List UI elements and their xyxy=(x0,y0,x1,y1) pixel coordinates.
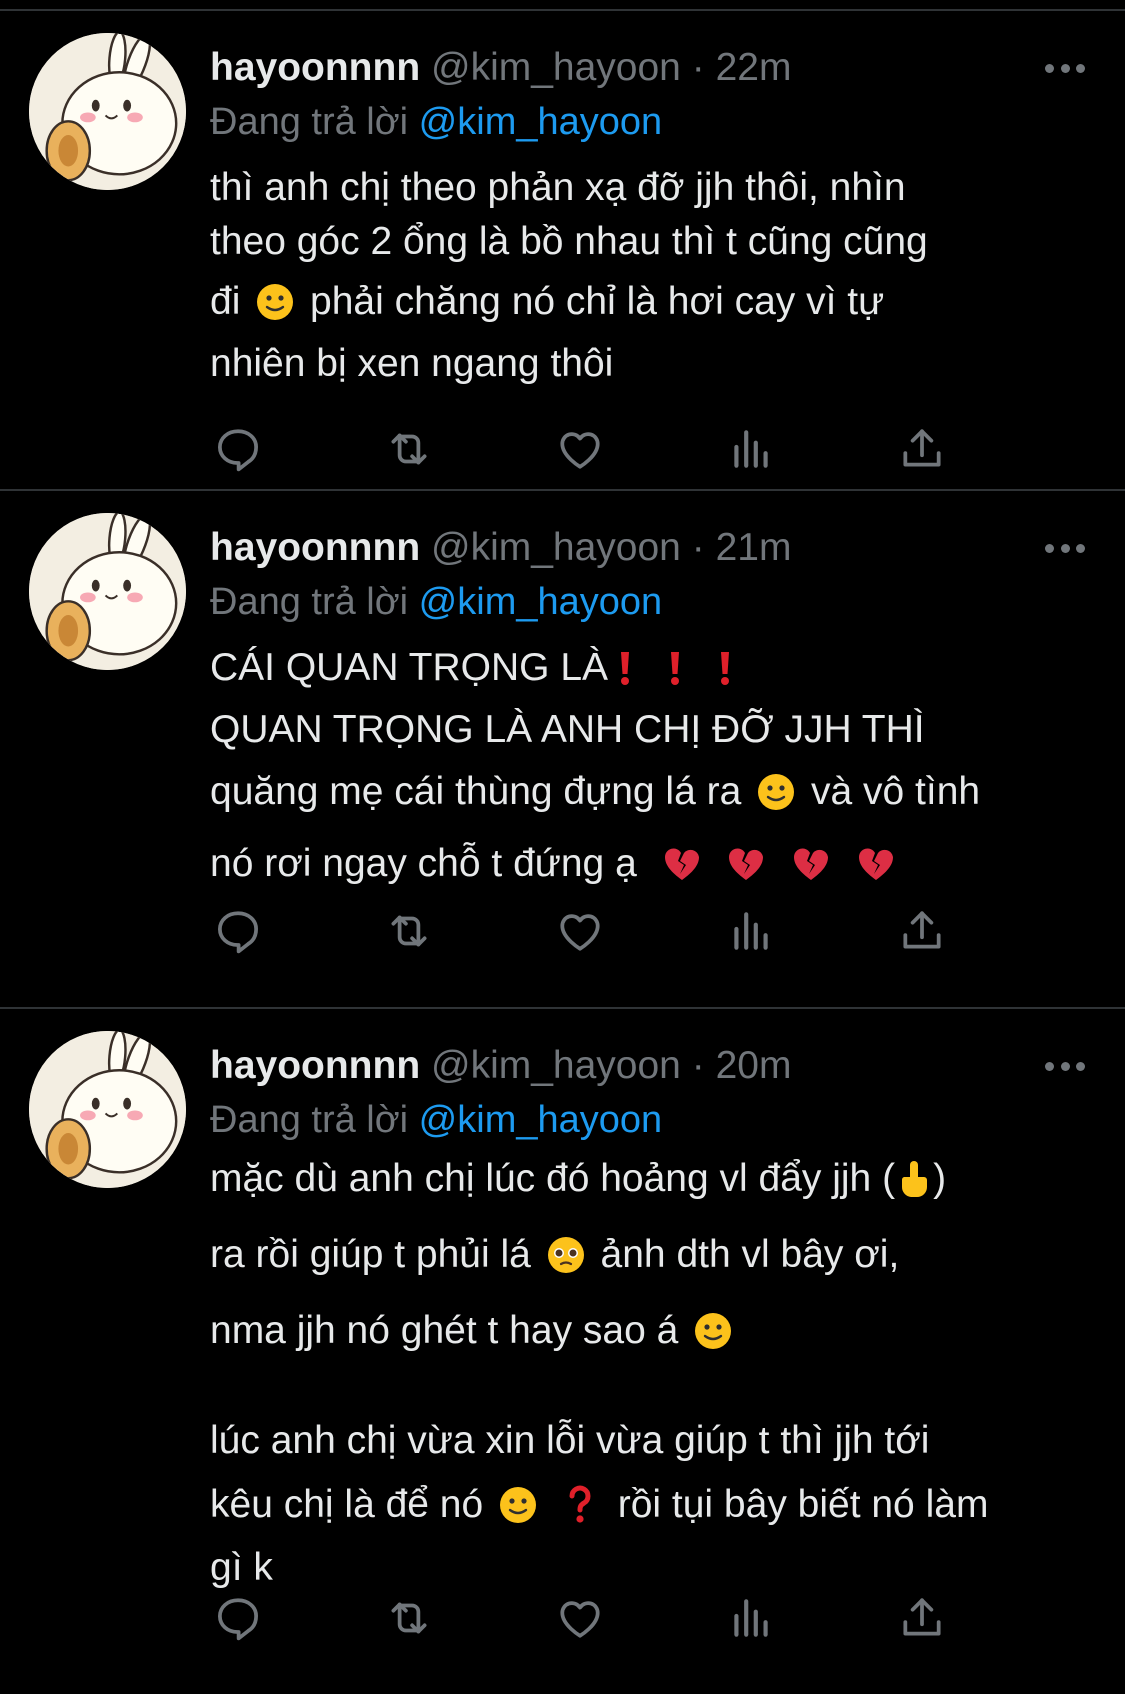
tweet-text: mặc dù anh chị lúc đó hoảng vl đẩy jjh (… xyxy=(210,1145,1085,1593)
views-icon[interactable] xyxy=(723,903,779,959)
tweet-text: thì anh chị theo phản xạ đỡ jjh thôi, nh… xyxy=(210,161,1085,391)
text-fragment: nó rơi ngay chỗ t đứng ạ xyxy=(210,842,637,885)
user-handle[interactable]: @kim_hayoon xyxy=(431,1044,681,1087)
exclamation-mark-icon xyxy=(612,648,638,703)
text-line: quăng mẹ cái thùng đựng lá ra và vô tình xyxy=(210,765,1085,827)
text-line: nó rơi ngay chỗ t đứng ạ xyxy=(210,837,1085,899)
more-options-icon[interactable] xyxy=(1045,45,1085,91)
text-line: thì anh chị theo phản xạ đỡ jjh thôi, nh… xyxy=(210,166,906,209)
text-line: gì k xyxy=(210,1546,273,1589)
text-line: nma jjh nó ghét t hay sao á xyxy=(210,1297,1085,1373)
share-icon[interactable] xyxy=(894,1590,950,1646)
display-name[interactable]: hayoonnnn xyxy=(210,46,420,89)
slightly-smiling-face-icon xyxy=(693,1305,733,1373)
text-fragment: nma jjh nó ghét t hay sao á xyxy=(210,1309,679,1352)
reply-icon[interactable] xyxy=(210,1590,266,1646)
like-icon[interactable] xyxy=(552,903,608,959)
timestamp[interactable]: 21m xyxy=(716,526,792,569)
replying-to-label: Đang trả lời xyxy=(210,101,409,143)
like-icon[interactable] xyxy=(552,421,608,477)
slightly-smiling-face-icon xyxy=(498,1483,538,1543)
top-divider xyxy=(0,0,1125,11)
text-fragment: kêu chị là để nó xyxy=(210,1483,484,1526)
text-fragment: CÁI QUAN TRỌNG LÀ xyxy=(210,646,609,689)
tweet-actions xyxy=(210,903,950,959)
slightly-smiling-face-icon xyxy=(255,282,295,337)
avatar[interactable] xyxy=(29,513,186,670)
text-line: đi phải chăng nó chỉ là hơi cay vì tự xyxy=(210,275,1085,337)
tweet-header: hayoonnnn @kim_hayoon · 21m xyxy=(210,525,1085,571)
replying-to-handle[interactable]: @kim_hayoon xyxy=(419,581,662,623)
separator-dot: · xyxy=(691,46,705,89)
share-icon[interactable] xyxy=(894,903,950,959)
text-fragment: ra rồi giúp t phủi lá xyxy=(210,1233,531,1276)
user-handle[interactable]: @kim_hayoon xyxy=(431,526,681,569)
replying-to-label: Đang trả lời xyxy=(210,1099,409,1141)
views-icon[interactable] xyxy=(723,421,779,477)
text-fragment: và vô tình xyxy=(811,770,981,813)
text-line: kêu chị là để nó rồi tụi bây biết nó làm xyxy=(210,1475,1085,1543)
separator-dot: · xyxy=(691,1044,705,1087)
broken-heart-icon xyxy=(791,844,831,899)
replying-to-handle[interactable]: @kim_hayoon xyxy=(419,1099,662,1141)
text-line: mặc dù anh chị lúc đó hoảng vl đẩy jjh (… xyxy=(210,1145,1085,1221)
text-fragment: quăng mẹ cái thùng đựng lá ra xyxy=(210,770,742,813)
tweet-actions xyxy=(210,1590,950,1646)
tweet-text: CÁI QUAN TRỌNG LÀ QUAN TRỌNG LÀ ANH CHỊ … xyxy=(210,641,1085,899)
retweet-icon[interactable] xyxy=(381,1590,437,1646)
slightly-smiling-face-icon xyxy=(756,772,796,827)
tweet-header: hayoonnnn @kim_hayoon · 20m xyxy=(210,1043,1085,1089)
display-name[interactable]: hayoonnnn xyxy=(210,526,420,569)
tweet-header: hayoonnnn @kim_hayoon · 22m xyxy=(210,45,1085,91)
reply-icon[interactable] xyxy=(210,421,266,477)
separator-dot: · xyxy=(691,526,705,569)
broken-heart-icon xyxy=(726,844,766,899)
tweet[interactable]: hayoonnnn @kim_hayoon · 21m Đang trả lời… xyxy=(0,491,1125,1009)
replying-to: Đang trả lời @kim_hayoon xyxy=(210,579,662,625)
views-icon[interactable] xyxy=(723,1590,779,1646)
like-icon[interactable] xyxy=(552,1590,608,1646)
replying-to-label: Đang trả lời xyxy=(210,581,409,623)
text-fragment: ảnh dth vl bây ơi, xyxy=(600,1233,900,1276)
text-fragment: đi xyxy=(210,280,241,323)
tweet[interactable]: hayoonnnn @kim_hayoon · 20m Đang trả lời… xyxy=(0,1009,1125,1694)
text-fragment: phải chăng nó chỉ là hơi cay vì tự xyxy=(310,280,885,323)
replying-to: Đang trả lời @kim_hayoon xyxy=(210,1097,662,1143)
reply-icon[interactable] xyxy=(210,903,266,959)
pleading-face-icon xyxy=(546,1229,586,1297)
tweet[interactable]: hayoonnnn @kim_hayoon · 22m Đang trả lời… xyxy=(0,11,1125,491)
replying-to-handle[interactable]: @kim_hayoon xyxy=(419,101,662,143)
text-line: QUAN TRỌNG LÀ ANH CHỊ ĐỠ JJH THÌ xyxy=(210,708,925,751)
text-line: CÁI QUAN TRỌNG LÀ xyxy=(210,641,1085,703)
text-line: nhiên bị xen ngang thôi xyxy=(210,342,614,385)
more-options-icon[interactable] xyxy=(1045,1043,1085,1089)
broken-heart-icon xyxy=(856,844,896,899)
avatar[interactable] xyxy=(29,1031,186,1188)
retweet-icon[interactable] xyxy=(381,903,437,959)
share-icon[interactable] xyxy=(894,421,950,477)
text-fragment: mặc dù anh chị lúc đó hoảng vl đẩy jjh ( xyxy=(210,1157,896,1200)
avatar[interactable] xyxy=(29,33,186,190)
text-fragment: ) xyxy=(933,1157,947,1200)
question-mark-icon xyxy=(567,1483,593,1543)
retweet-icon[interactable] xyxy=(381,421,437,477)
exclamation-mark-icon xyxy=(662,648,688,703)
timestamp[interactable]: 22m xyxy=(716,46,792,89)
more-options-icon[interactable] xyxy=(1045,525,1085,571)
text-fragment: rồi tụi bây biết nó làm xyxy=(617,1483,989,1526)
replying-to: Đang trả lời @kim_hayoon xyxy=(210,99,662,145)
text-line: ra rồi giúp t phủi lá ảnh dth vl bây ơi, xyxy=(210,1221,1085,1297)
timestamp[interactable]: 20m xyxy=(716,1044,792,1087)
text-line: theo góc 2 ổng là bồ nhau thì t cũng cũn… xyxy=(210,220,928,263)
broken-heart-icon xyxy=(662,844,702,899)
middle-finger-icon xyxy=(899,1153,929,1221)
exclamation-mark-icon xyxy=(712,648,738,703)
user-handle[interactable]: @kim_hayoon xyxy=(431,46,681,89)
text-line: lúc anh chị vừa xin lỗi vừa giúp t thì j… xyxy=(210,1419,930,1462)
tweet-actions xyxy=(210,421,950,477)
display-name[interactable]: hayoonnnn xyxy=(210,1044,420,1087)
